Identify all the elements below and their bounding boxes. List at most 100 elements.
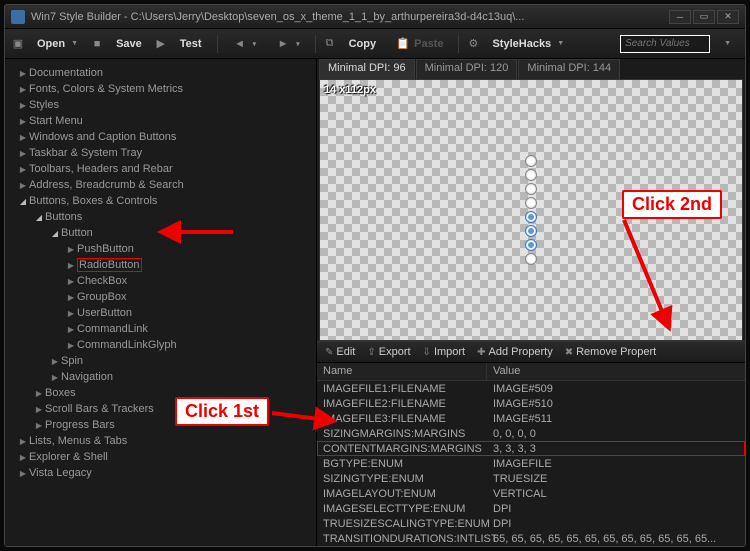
stylehacks-button[interactable]: StyleHacks▼ [484,35,572,53]
test-icon: ▶ [154,37,168,51]
import-button[interactable]: ⇩Import [417,344,472,360]
copy-button[interactable]: Copy [341,35,385,53]
tree-arrow-icon[interactable]: ▶ [65,309,77,318]
tab-dpi-144[interactable]: Minimal DPI: 144 [518,59,620,79]
property-name: IMAGEFILE2:FILENAME [317,396,487,411]
tree-node-windows-and-caption-buttons[interactable]: ▶Windows and Caption Buttons [5,129,316,145]
tree-node-commandlink[interactable]: ▶CommandLink [5,321,316,337]
tree-arrow-icon[interactable]: ◢ [33,213,45,222]
tree-arrow-icon[interactable]: ▶ [65,261,77,270]
col-name-header[interactable]: Name [317,363,487,380]
tree-arrow-icon[interactable]: ◢ [49,229,61,238]
tab-dpi-120[interactable]: Minimal DPI: 120 [416,59,518,79]
save-icon: ■ [90,37,104,51]
property-row[interactable]: IMAGEFILE1:FILENAMEIMAGE#509 [317,381,745,396]
property-row[interactable]: SIZINGTYPE:ENUMTRUESIZE [317,471,745,486]
tree-arrow-icon[interactable]: ▶ [17,181,29,190]
search-options-button[interactable]: ▼ [714,37,739,50]
tree-node-pushbutton[interactable]: ▶PushButton [5,241,316,257]
tree-arrow-icon[interactable]: ▶ [49,357,61,366]
open-button[interactable]: Open▼ [29,35,86,53]
property-row[interactable]: CONTENTMARGINS:MARGINS3, 3, 3, 3 [317,441,745,456]
tree-node-vista-legacy[interactable]: ▶Vista Legacy [5,465,316,481]
tree-node-documentation[interactable]: ▶Documentation [5,65,316,81]
tree-node-groupbox[interactable]: ▶GroupBox [5,289,316,305]
tree-arrow-icon[interactable]: ▶ [33,389,45,398]
preview-area[interactable]: 14 x112px Click 2nd [319,79,743,341]
test-button[interactable]: Test [172,35,210,53]
tree-node-fonts-colors-system-metrics[interactable]: ▶Fonts, Colors & System Metrics [5,81,316,97]
tree-arrow-icon[interactable]: ▶ [33,421,45,430]
tree-node-buttons[interactable]: ◢Buttons [5,209,316,225]
radio-state-7 [525,239,537,251]
add-property-button[interactable]: ✚Add Property [471,344,559,360]
remove-property-button[interactable]: ✖Remove Propert [559,344,662,360]
tree-arrow-icon[interactable]: ▶ [17,453,29,462]
tree-node-buttons-boxes-controls[interactable]: ◢Buttons, Boxes & Controls [5,193,316,209]
tree-node-toolbars-headers-and-rebar[interactable]: ▶Toolbars, Headers and Rebar [5,161,316,177]
forward-button[interactable]: ►▾ [268,34,308,54]
tree-arrow-icon[interactable]: ▶ [17,101,29,110]
tree-node-userbutton[interactable]: ▶UserButton [5,305,316,321]
tree-arrow-icon[interactable]: ▶ [17,117,29,126]
tree-label: GroupBox [77,291,127,303]
tree-node-checkbox[interactable]: ▶CheckBox [5,273,316,289]
tree-node-lists-menus-tabs[interactable]: ▶Lists, Menus & Tabs [5,433,316,449]
tree-node-navigation[interactable]: ▶Navigation [5,369,316,385]
tree-node-explorer-shell[interactable]: ▶Explorer & Shell [5,449,316,465]
minimize-button[interactable]: ─ [669,10,691,24]
export-icon: ⇪ [367,347,375,358]
tree-arrow-icon[interactable]: ▶ [17,85,29,94]
tree-arrow-icon[interactable]: ▶ [49,373,61,382]
tree-node-address-breadcrumb-search[interactable]: ▶Address, Breadcrumb & Search [5,177,316,193]
tree-arrow-icon[interactable]: ▶ [17,149,29,158]
tree-node-start-menu[interactable]: ▶Start Menu [5,113,316,129]
tree-node-commandlinkglyph[interactable]: ▶CommandLinkGlyph [5,337,316,353]
tree-node-scroll-bars-trackers[interactable]: ▶Scroll Bars & Trackers [5,401,316,417]
tree-arrow-icon[interactable]: ▶ [65,341,77,350]
titlebar[interactable]: Win7 Style Builder - C:\Users\Jerry\Desk… [5,5,745,29]
tree-node-progress-bars[interactable]: ▶Progress Bars [5,417,316,433]
maximize-button[interactable]: ▭ [693,10,715,24]
tree-node-spin[interactable]: ▶Spin [5,353,316,369]
tree-arrow-icon[interactable]: ▶ [17,437,29,446]
tree-label: Vista Legacy [29,467,92,479]
property-value: DPI [487,501,745,516]
tree-arrow-icon[interactable]: ▶ [17,133,29,142]
tree-arrow-icon[interactable]: ◢ [17,197,29,206]
export-button[interactable]: ⇪Export [361,344,416,360]
tree-arrow-icon[interactable]: ▶ [65,293,77,302]
tree-arrow-icon[interactable]: ▶ [65,277,77,286]
edit-button[interactable]: ✎Edit [319,344,361,360]
tree-arrow-icon[interactable]: ▶ [65,245,77,254]
tree-arrow-icon[interactable]: ▶ [17,469,29,478]
save-button[interactable]: Save [108,35,150,53]
property-row[interactable]: TRUESIZESCALINGTYPE:ENUMDPI [317,516,745,531]
paste-button[interactable]: 📋Paste [388,34,451,54]
tree-node-boxes[interactable]: ▶Boxes [5,385,316,401]
tree-sidebar[interactable]: ▶Documentation▶Fonts, Colors & System Me… [5,59,317,546]
property-value: IMAGE#511 [487,411,745,426]
search-box[interactable] [620,35,710,53]
property-row[interactable]: BGTYPE:ENUMIMAGEFILE [317,456,745,471]
back-button[interactable]: ◄▾ [225,34,265,54]
col-value-header[interactable]: Value [487,363,745,380]
tree-arrow-icon[interactable]: ▶ [17,69,29,78]
tree-arrow-icon[interactable]: ▶ [33,405,45,414]
close-button[interactable]: ✕ [717,10,739,24]
tree-arrow-icon[interactable]: ▶ [17,165,29,174]
search-input[interactable] [625,38,705,49]
property-row[interactable]: IMAGESELECTTYPE:ENUMDPI [317,501,745,516]
property-row[interactable]: SIZINGMARGINS:MARGINS0, 0, 0, 0 [317,426,745,441]
tree-label: Documentation [29,67,103,79]
property-row[interactable]: IMAGEFILE2:FILENAMEIMAGE#510 [317,396,745,411]
tree-arrow-icon[interactable]: ▶ [65,325,77,334]
property-row[interactable]: IMAGEFILE3:FILENAMEIMAGE#511 [317,411,745,426]
property-row[interactable]: IMAGELAYOUT:ENUMVERTICAL [317,486,745,501]
tab-dpi-96[interactable]: Minimal DPI: 96 [319,59,415,79]
property-list[interactable]: IMAGEFILE1:FILENAMEIMAGE#509IMAGEFILE2:F… [317,381,745,546]
tree-node-taskbar-system-tray[interactable]: ▶Taskbar & System Tray [5,145,316,161]
tree-node-styles[interactable]: ▶Styles [5,97,316,113]
tree-node-radiobutton[interactable]: ▶RadioButton [5,257,316,273]
property-row[interactable]: TRANSITIONDURATIONS:INTLIST65, 65, 65, 6… [317,531,745,546]
